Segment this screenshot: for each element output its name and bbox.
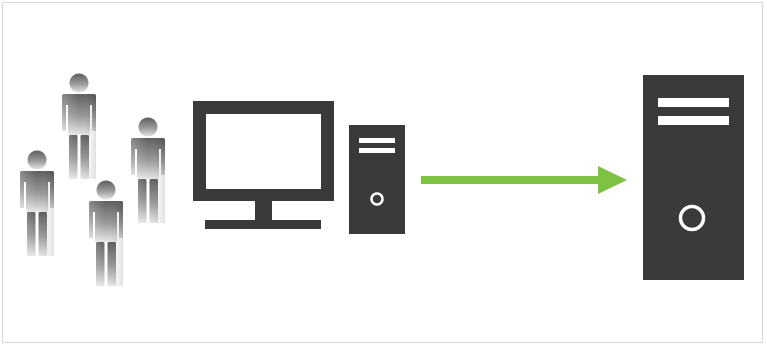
person-icon	[131, 117, 165, 223]
desktop-tower-icon	[349, 125, 405, 234]
server-tower-icon	[643, 75, 744, 280]
person-icon	[62, 73, 96, 179]
arrow-right-icon	[421, 166, 627, 194]
person-group-icon	[20, 73, 165, 286]
person-icon	[89, 180, 123, 286]
client-server-diagram	[20, 73, 744, 286]
monitor-icon	[193, 101, 334, 229]
person-icon	[20, 150, 54, 256]
